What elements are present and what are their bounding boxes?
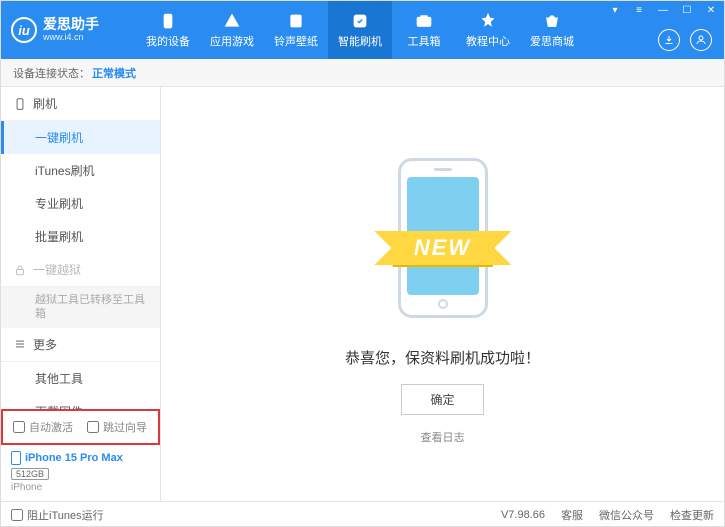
new-ribbon: NEW (392, 231, 493, 265)
sidebar-section-1[interactable]: 一键越狱 (1, 253, 160, 287)
window-close-icon[interactable]: ✕ (702, 3, 720, 17)
footer-link-update[interactable]: 检查更新 (670, 507, 714, 523)
sidebar-item[interactable]: 专业刷机 (1, 187, 160, 220)
window-controls: ▾ ≡ — ☐ ✕ (606, 3, 720, 17)
view-log-link[interactable]: 查看日志 (421, 429, 465, 445)
window-shortcut-icon[interactable]: ▾ (606, 3, 624, 17)
sidebar-section-0[interactable]: 刷机 (1, 87, 160, 121)
app-url: www.i4.cn (43, 33, 99, 43)
status-value: 正常模式 (92, 65, 136, 81)
device-storage: 512GB (11, 468, 49, 480)
download-button[interactable] (658, 29, 680, 51)
sidebar-item[interactable]: 一键刷机 (1, 121, 160, 154)
window-maximize-icon[interactable]: ☐ (678, 3, 696, 17)
nav-icon (158, 11, 178, 31)
block-itunes-checkbox[interactable]: 阻止iTunes运行 (11, 507, 104, 523)
nav-tabs: 我的设备应用游戏铃声壁纸智能刷机工具箱教程中心爱思商城 (136, 1, 584, 59)
device-info: iPhone 15 Pro Max 512GB iPhone (1, 445, 160, 501)
sidebar: 刷机一键刷机iTunes刷机专业刷机批量刷机一键越狱越狱工具已转移至工具箱更多其… (1, 87, 161, 501)
app-title: 爱思助手 (43, 17, 99, 32)
lock-icon (13, 263, 27, 277)
window-menu-icon[interactable]: ≡ (630, 3, 648, 17)
main-content: NEW 恭喜您，保资料刷机成功啦！ 确定 查看日志 (161, 87, 724, 501)
options-highlight-box: 自动激活 跳过向导 (1, 409, 160, 445)
nav-icon (222, 11, 242, 31)
nav-tab-3[interactable]: 智能刷机 (328, 1, 392, 59)
success-message: 恭喜您，保资料刷机成功啦！ (345, 347, 540, 368)
window-minimize-icon[interactable]: — (654, 3, 672, 17)
user-button[interactable] (690, 29, 712, 51)
status-bar: 设备连接状态： 正常模式 (1, 59, 724, 87)
app-logo: iu 爱思助手 www.i4.cn (11, 17, 136, 43)
sidebar-item[interactable]: 批量刷机 (1, 220, 160, 253)
auto-activate-checkbox[interactable]: 自动激活 (13, 419, 73, 435)
device-type: iPhone (11, 482, 150, 493)
app-header: iu 爱思助手 www.i4.cn 我的设备应用游戏铃声壁纸智能刷机工具箱教程中… (1, 1, 724, 59)
list-icon (13, 337, 27, 351)
footer: 阻止iTunes运行 V7.98.66 客服 微信公众号 检查更新 (1, 501, 724, 527)
footer-link-support[interactable]: 客服 (561, 507, 583, 523)
footer-link-wechat[interactable]: 微信公众号 (599, 507, 654, 523)
nav-icon (542, 11, 562, 31)
nav-tab-4[interactable]: 工具箱 (392, 1, 456, 59)
nav-icon (478, 11, 498, 31)
nav-icon (350, 11, 370, 31)
phone-icon (11, 451, 21, 465)
success-illustration: NEW (348, 143, 538, 333)
sidebar-section-2[interactable]: 更多 (1, 328, 160, 362)
phone-icon (13, 97, 27, 111)
nav-tab-0[interactable]: 我的设备 (136, 1, 200, 59)
nav-tab-2[interactable]: 铃声壁纸 (264, 1, 328, 59)
nav-tab-6[interactable]: 爱思商城 (520, 1, 584, 59)
nav-tab-5[interactable]: 教程中心 (456, 1, 520, 59)
sidebar-item[interactable]: 下载固件 (1, 395, 160, 409)
nav-icon (414, 11, 434, 31)
sidebar-item[interactable]: 其他工具 (1, 362, 160, 395)
device-name[interactable]: iPhone 15 Pro Max (11, 451, 150, 465)
nav-icon (286, 11, 306, 31)
logo-icon: iu (11, 17, 37, 43)
version-label: V7.98.66 (501, 509, 545, 521)
sidebar-item: 越狱工具已转移至工具箱 (1, 287, 160, 328)
nav-tab-1[interactable]: 应用游戏 (200, 1, 264, 59)
sidebar-item[interactable]: iTunes刷机 (1, 154, 160, 187)
status-label: 设备连接状态： (13, 65, 90, 81)
ok-button[interactable]: 确定 (401, 384, 483, 415)
header-right-buttons (658, 29, 712, 51)
skip-guide-checkbox[interactable]: 跳过向导 (87, 419, 147, 435)
